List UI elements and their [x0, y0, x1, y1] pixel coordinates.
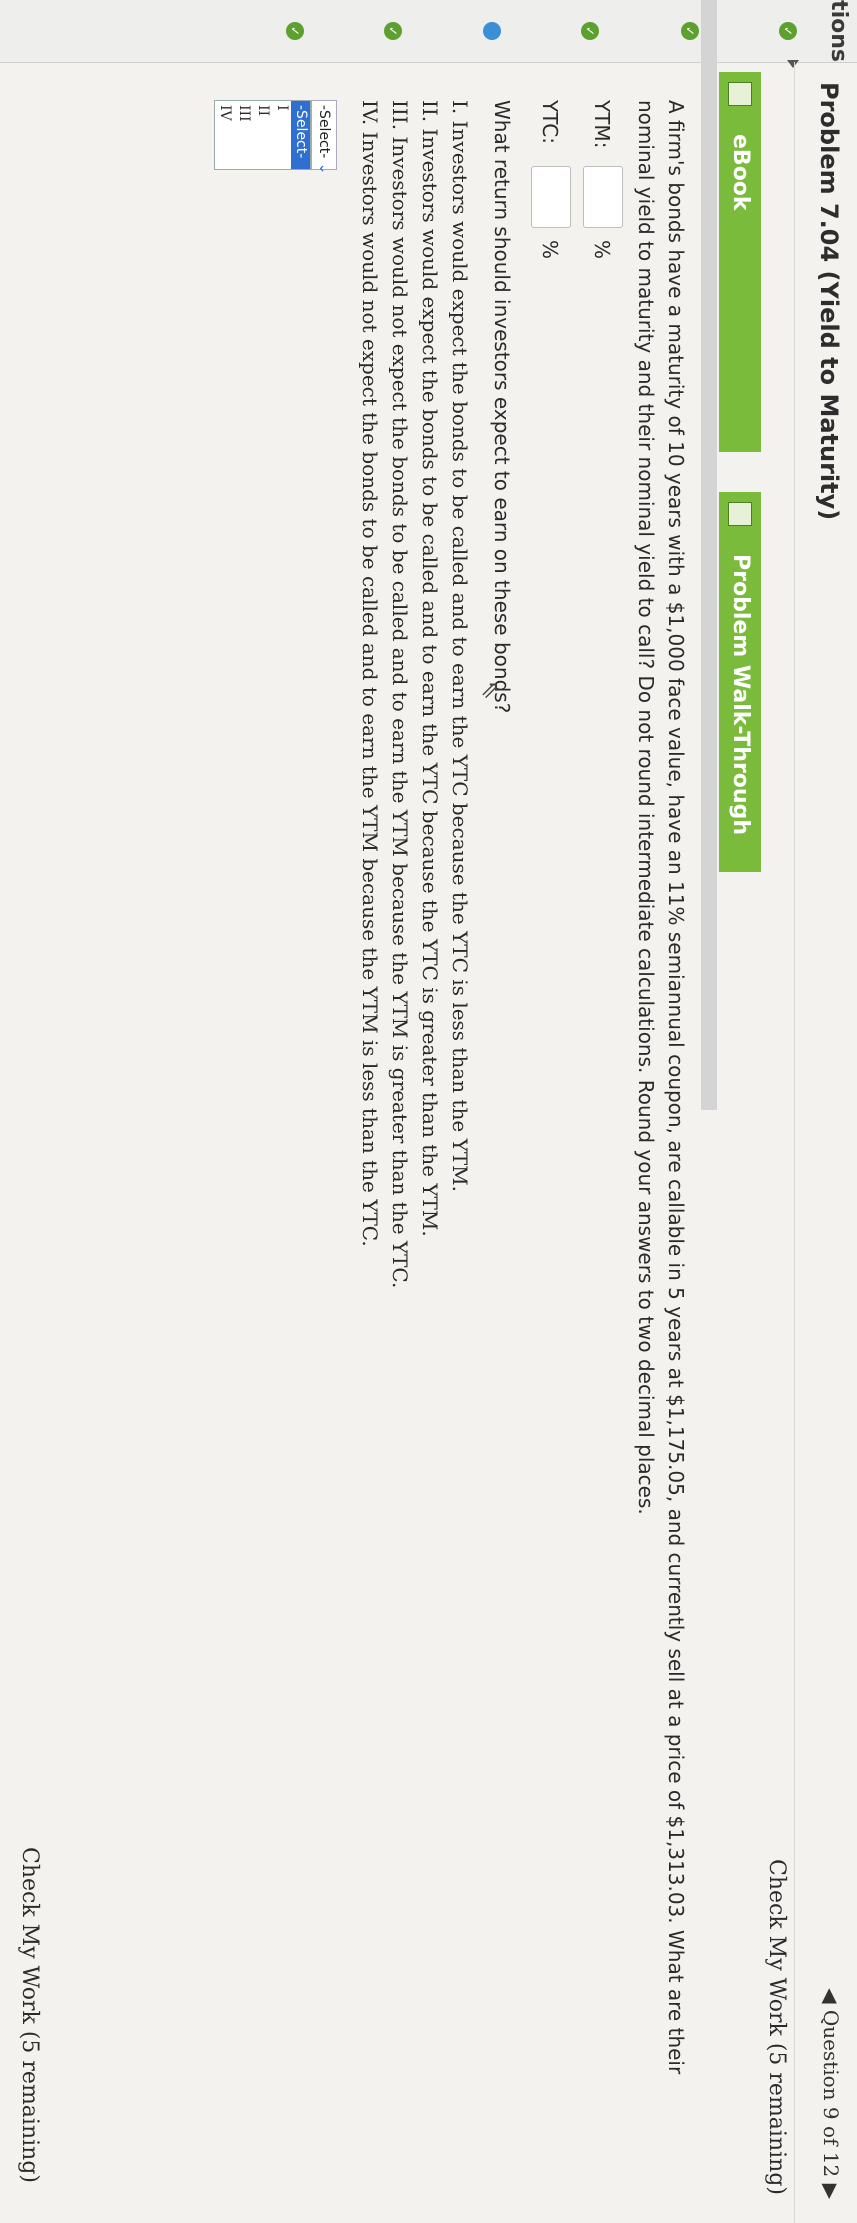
- tab-ebook-label: eBook: [728, 134, 753, 211]
- sidebar-question-complete-icon[interactable]: [581, 22, 599, 40]
- select-option[interactable]: III: [234, 101, 253, 169]
- sidebar-question-complete-icon[interactable]: [681, 22, 699, 40]
- sidebar-question-complete-icon[interactable]: [384, 22, 402, 40]
- tab-ebook[interactable]: eBook: [719, 72, 761, 452]
- problem-header: Problem 7.04 (Yield to Maturity) ◀ Quest…: [794, 62, 857, 2223]
- assignment-page: tions Problem 7.04 (Yield to Maturity) ◀…: [0, 0, 857, 2223]
- ytc-row: YTC: %: [523, 100, 575, 2100]
- tab-walkthrough-label: Problem Walk-Through: [728, 554, 753, 835]
- select-option[interactable]: -Select-: [291, 101, 310, 169]
- question-navigation[interactable]: ◀ Question 9 of 12 ▶: [819, 1988, 843, 2199]
- select-option[interactable]: II: [253, 101, 272, 169]
- resource-tabs: eBook Problem Walk-Through: [719, 72, 761, 1242]
- followup-question: What return should investors expect to e…: [490, 100, 514, 714]
- ytm-input[interactable]: [583, 166, 623, 228]
- ytc-input[interactable]: [531, 166, 571, 228]
- check-my-work-link-bottom[interactable]: Check My Work (5 remaining): [17, 1847, 42, 2183]
- answer-select[interactable]: -Select- ⌄ -Select- I II III IV: [214, 100, 337, 174]
- option-i: I. Investors would expect the bonds to b…: [448, 100, 472, 1193]
- question-body: A firm's bonds have a maturity of 10 yea…: [214, 100, 691, 2100]
- tab-problem-walkthrough[interactable]: Problem Walk-Through: [719, 492, 761, 872]
- sidebar-question-current-icon[interactable]: [483, 22, 501, 40]
- ytc-label: YTC:: [538, 100, 562, 144]
- check-my-work-link-top[interactable]: Check My Work (5 remaining): [764, 1859, 789, 2195]
- question-prompt-line-2: nominal yield to maturity and their nomi…: [634, 100, 658, 1515]
- option-ii: II. Investors would expect the bonds to …: [418, 100, 442, 1237]
- question-prompt-line-1: A firm's bonds have a maturity of 10 yea…: [664, 100, 688, 2075]
- ytm-row: YTM: %: [575, 100, 627, 2100]
- page-title: Problem 7.04 (Yield to Maturity): [815, 82, 843, 521]
- chevron-down-icon: ⌄: [316, 162, 332, 175]
- video-icon: [728, 502, 752, 526]
- book-icon: [728, 82, 752, 106]
- ytm-label: YTM:: [590, 100, 614, 149]
- mouse-pointer-icon: ⇖: [477, 680, 505, 701]
- sidebar-title: tions: [826, 0, 851, 62]
- select-current-value: -Select-: [316, 105, 332, 159]
- answer-options: I. Investors would expect the bonds to b…: [355, 100, 475, 2100]
- option-iii: III. Investors would not expect the bond…: [388, 100, 412, 1289]
- horizontal-scrollbar[interactable]: [701, 0, 717, 1110]
- sidebar-question-complete-icon[interactable]: [286, 22, 304, 40]
- select-option[interactable]: IV: [215, 101, 234, 169]
- questions-sidebar: tions: [0, 0, 857, 68]
- ytc-percent-symbol: %: [538, 240, 562, 260]
- sidebar-question-complete-icon[interactable]: [779, 22, 797, 40]
- ytm-percent-symbol: %: [590, 240, 614, 260]
- select-option[interactable]: I: [272, 101, 291, 169]
- select-button[interactable]: -Select- ⌄: [311, 100, 337, 174]
- option-iv: IV. Investors would not expect the bonds…: [358, 100, 382, 1247]
- select-options-list: -Select- I II III IV: [214, 100, 311, 170]
